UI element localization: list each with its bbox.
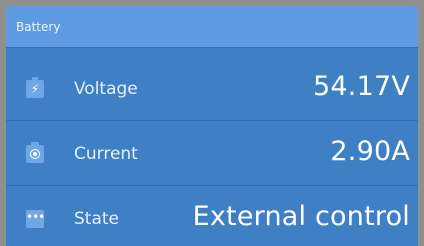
current-row: Current 2.90A [6,123,418,186]
state-label: State [74,209,119,229]
current-label: Current [74,144,138,164]
panel-header: Battery [6,6,418,48]
voltage-row: ⚡ Voltage 54.17V [6,58,418,121]
voltage-value: 54.17V [313,71,410,102]
current-value: 2.90A [330,136,410,167]
more-dots-icon: ••• [26,210,45,228]
current-icon [26,142,44,163]
panel-title: Battery [16,20,61,34]
state-value: External control [192,201,410,232]
state-row: ••• State External control [6,188,418,246]
voltage-label: Voltage [74,79,138,99]
screen-frame: Battery ⚡ Voltage 54.17V Current 2.90A •… [0,0,424,246]
battery-bolt-icon: ⚡ [26,77,44,98]
battery-panel: Battery ⚡ Voltage 54.17V Current 2.90A •… [6,6,418,246]
